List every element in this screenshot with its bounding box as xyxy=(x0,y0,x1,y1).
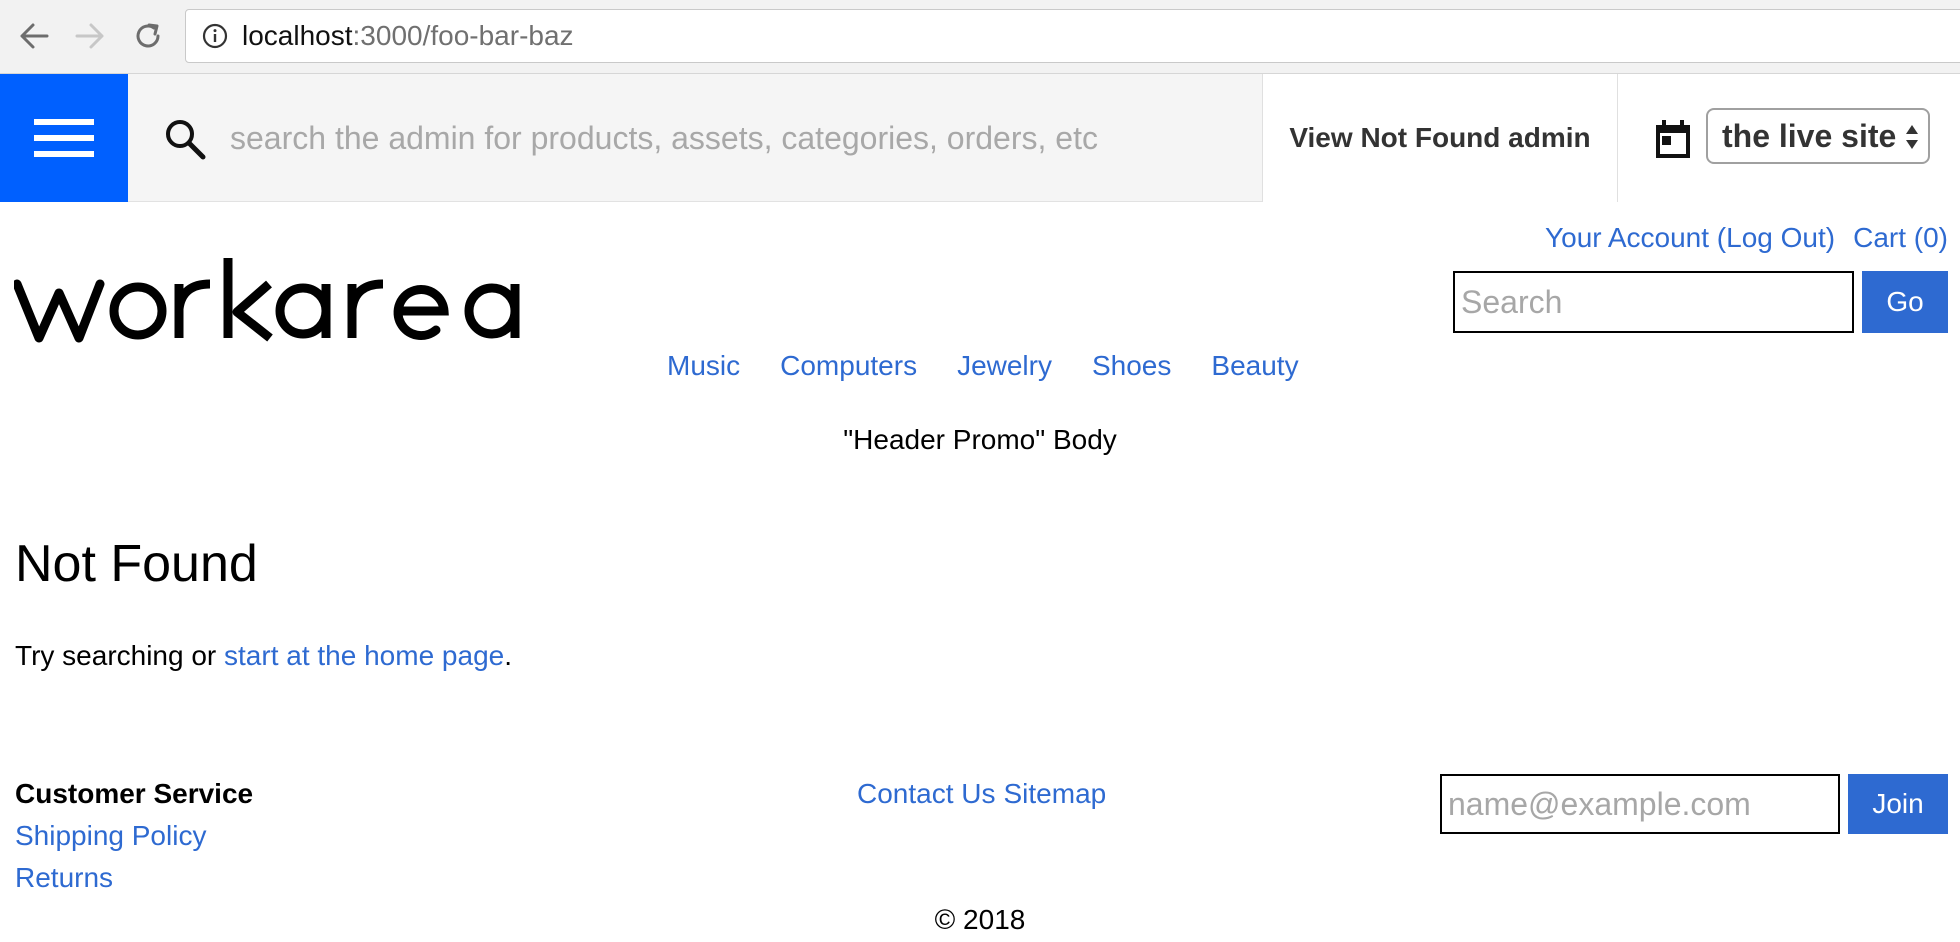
page-title: Not Found xyxy=(15,535,258,593)
nav-item-jewelry[interactable]: Jewelry xyxy=(957,350,1052,382)
newsletter-email-input[interactable] xyxy=(1440,774,1840,834)
chevron-updown-icon xyxy=(1906,125,1918,149)
browser-toolbar: localhost:3000/foo-bar-baz xyxy=(0,0,1960,74)
release-selector-area: the live site xyxy=(1618,74,1960,202)
url-text: localhost:3000/foo-bar-baz xyxy=(242,20,574,52)
shipping-policy-link[interactable]: Shipping Policy xyxy=(15,820,206,852)
nav-item-shoes[interactable]: Shoes xyxy=(1092,350,1171,382)
search-icon xyxy=(164,118,208,162)
store-search-input[interactable] xyxy=(1453,271,1854,333)
home-page-link[interactable]: start at the home page xyxy=(224,640,504,671)
admin-search-input[interactable] xyxy=(230,104,1230,172)
account-links: Your Account (Log Out) Cart (0) xyxy=(1545,222,1948,254)
back-icon[interactable] xyxy=(16,18,52,54)
account-link[interactable]: Your Account (Log Out) xyxy=(1545,222,1835,254)
url-host: localhost xyxy=(242,20,353,51)
sitemap-link[interactable]: Sitemap xyxy=(1004,778,1107,810)
nav-item-computers[interactable]: Computers xyxy=(780,350,917,382)
contact-us-link[interactable]: Contact Us xyxy=(857,778,996,810)
reload-icon[interactable] xyxy=(130,18,166,54)
message-prefix: Try searching or xyxy=(15,640,225,671)
info-icon[interactable] xyxy=(202,23,228,49)
url-path: :3000/foo-bar-baz xyxy=(352,20,574,51)
calendar-icon xyxy=(1653,118,1693,160)
not-found-message: Try searching or start at the home page. xyxy=(15,640,512,672)
footer-heading: Customer Service xyxy=(15,778,254,809)
search-go-button[interactable]: Go xyxy=(1862,271,1948,333)
copyright: © 2018 xyxy=(934,904,1026,935)
forward-icon[interactable] xyxy=(72,18,108,54)
nav-item-music[interactable]: Music xyxy=(667,350,740,382)
cart-link[interactable]: Cart (0) xyxy=(1853,222,1948,254)
nav-item-beauty[interactable]: Beauty xyxy=(1211,350,1298,382)
menu-icon[interactable] xyxy=(0,74,128,202)
join-button[interactable]: Join xyxy=(1848,774,1948,834)
message-suffix: . xyxy=(504,640,512,671)
admin-toolbar: View Not Found admin the live site xyxy=(0,74,1960,202)
view-admin-button[interactable]: View Not Found admin xyxy=(1262,74,1618,202)
address-bar[interactable]: localhost:3000/foo-bar-baz xyxy=(185,9,1960,63)
footer-links: Contact Us Sitemap xyxy=(857,778,1106,810)
header-promo: "Header Promo" Body xyxy=(843,424,1117,455)
workarea-logo[interactable]: workarea xyxy=(14,254,534,354)
returns-link[interactable]: Returns xyxy=(15,862,113,894)
view-admin-label: View Not Found admin xyxy=(1289,122,1591,153)
release-select[interactable]: the live site xyxy=(1706,108,1930,164)
release-select-value: the live site xyxy=(1722,117,1897,154)
category-nav: Music Computers Jewelry Shoes Beauty xyxy=(667,350,1299,382)
